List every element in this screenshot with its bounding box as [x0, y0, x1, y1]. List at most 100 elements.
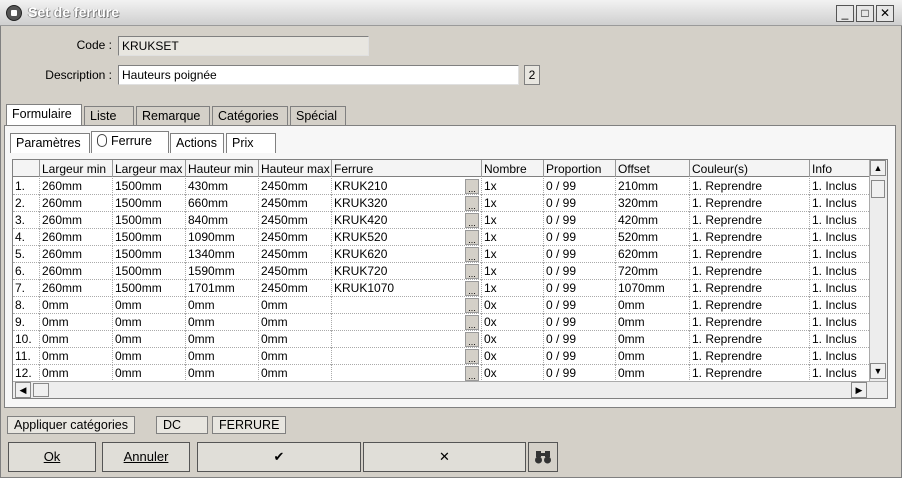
- tab-categories[interactable]: Catégories: [212, 106, 288, 126]
- cell-hauteur-max[interactable]: 0mm: [258, 314, 331, 331]
- cell-ferrure[interactable]: [331, 314, 465, 331]
- cell-offset[interactable]: 620mm: [615, 246, 689, 263]
- cell-hauteur-max[interactable]: 0mm: [258, 365, 331, 382]
- cancel-button[interactable]: Annuler: [102, 442, 190, 472]
- cell-hauteur-max[interactable]: 2450mm: [258, 263, 331, 280]
- cell-info[interactable]: 1. Inclus: [809, 195, 869, 212]
- cell-nombre[interactable]: 1x: [481, 246, 543, 263]
- cell-couleurs[interactable]: 1. Reprendre: [689, 212, 809, 229]
- table-row[interactable]: 1. 260mm 1500mm 430mm 2450mm KRUK210 1x 0 / 99 2…: [13, 178, 869, 195]
- table-row[interactable]: 7. 260mm 1500mm 1701mm 2450mm KRUK1070 1x 0 / 9…: [13, 280, 869, 297]
- cell-nombre[interactable]: 1x: [481, 280, 543, 297]
- cell-couleurs[interactable]: 1. Reprendre: [689, 348, 809, 365]
- cell-largeur-min[interactable]: 0mm: [39, 348, 112, 365]
- cell-nombre[interactable]: 0x: [481, 365, 543, 382]
- cell-info[interactable]: 1. Inclus: [809, 246, 869, 263]
- column-header-info[interactable]: Info: [809, 160, 869, 177]
- cell-proportion[interactable]: 0 / 99: [543, 348, 615, 365]
- cell-info[interactable]: 1. Inclus: [809, 365, 869, 382]
- column-header-nombre[interactable]: Nombre: [481, 160, 543, 177]
- table-row[interactable]: 8. 0mm 0mm 0mm 0mm 0x 0 / 99 0mm 1. Reprendre 1. …: [13, 297, 869, 314]
- subtab-parametres[interactable]: Paramètres: [10, 133, 90, 153]
- cell-nombre[interactable]: 1x: [481, 195, 543, 212]
- cell-ferrure[interactable]: [331, 331, 465, 348]
- cell-proportion[interactable]: 0 / 99: [543, 280, 615, 297]
- maximize-button[interactable]: □: [856, 5, 874, 22]
- cell-nombre[interactable]: 1x: [481, 212, 543, 229]
- cell-largeur-max[interactable]: 1500mm: [112, 263, 185, 280]
- cell-largeur-max[interactable]: 1500mm: [112, 246, 185, 263]
- cell-largeur-min[interactable]: 260mm: [39, 263, 112, 280]
- cell-hauteur-max[interactable]: 2450mm: [258, 246, 331, 263]
- vertical-scroll-thumb[interactable]: [871, 180, 885, 198]
- cell-info[interactable]: 1. Inclus: [809, 263, 869, 280]
- cell-hauteur-max[interactable]: 2450mm: [258, 229, 331, 246]
- table-row[interactable]: 9. 0mm 0mm 0mm 0mm 0x 0 / 99 0mm 1. Reprendre 1. …: [13, 314, 869, 331]
- column-header-largeur-min[interactable]: Largeur min: [39, 160, 112, 177]
- cell-proportion[interactable]: 0 / 99: [543, 178, 615, 195]
- cell-info[interactable]: 1. Inclus: [809, 229, 869, 246]
- cell-offset[interactable]: 0mm: [615, 297, 689, 314]
- reject-cross-button[interactable]: ✕: [363, 442, 526, 472]
- tab-special[interactable]: Spécial: [290, 106, 346, 126]
- cell-largeur-max[interactable]: 1500mm: [112, 280, 185, 297]
- cell-largeur-min[interactable]: 260mm: [39, 280, 112, 297]
- cell-couleurs[interactable]: 1. Reprendre: [689, 280, 809, 297]
- ferrure-browse-button[interactable]: ...: [465, 230, 479, 245]
- ok-button[interactable]: Ok: [8, 442, 96, 472]
- cell-couleurs[interactable]: 1. Reprendre: [689, 365, 809, 382]
- ferrure-browse-button[interactable]: ...: [465, 179, 479, 194]
- cell-info[interactable]: 1. Inclus: [809, 348, 869, 365]
- confirm-check-button[interactable]: ✔: [197, 442, 361, 472]
- cell-info[interactable]: 1. Inclus: [809, 314, 869, 331]
- cell-largeur-min[interactable]: 260mm: [39, 246, 112, 263]
- cell-couleurs[interactable]: 1. Reprendre: [689, 331, 809, 348]
- cell-ferrure[interactable]: KRUK1070: [331, 280, 465, 297]
- cell-offset[interactable]: 0mm: [615, 348, 689, 365]
- column-header-hauteur-max[interactable]: Hauteur max: [258, 160, 331, 177]
- cell-offset[interactable]: 210mm: [615, 178, 689, 195]
- ferrure-browse-button[interactable]: ...: [465, 196, 479, 211]
- cell-nombre[interactable]: 1x: [481, 263, 543, 280]
- cell-largeur-max[interactable]: 1500mm: [112, 229, 185, 246]
- cell-largeur-min[interactable]: 260mm: [39, 195, 112, 212]
- cell-nombre[interactable]: 0x: [481, 314, 543, 331]
- cell-ferrure[interactable]: [331, 348, 465, 365]
- cell-hauteur-max[interactable]: 2450mm: [258, 212, 331, 229]
- cell-largeur-max[interactable]: 0mm: [112, 331, 185, 348]
- cell-largeur-max[interactable]: 1500mm: [112, 178, 185, 195]
- subtab-actions[interactable]: Actions: [170, 133, 224, 153]
- cell-proportion[interactable]: 0 / 99: [543, 263, 615, 280]
- cell-proportion[interactable]: 0 / 99: [543, 229, 615, 246]
- cell-proportion[interactable]: 0 / 99: [543, 212, 615, 229]
- minimize-button[interactable]: _: [836, 5, 854, 22]
- table-row[interactable]: 2. 260mm 1500mm 660mm 2450mm KRUK320 1x 0 / 99 3…: [13, 195, 869, 212]
- code-field[interactable]: KRUKSET: [118, 36, 369, 56]
- scroll-left-icon[interactable]: ◀: [15, 382, 31, 398]
- cell-hauteur-min[interactable]: 1590mm: [185, 263, 258, 280]
- cell-nombre[interactable]: 0x: [481, 331, 543, 348]
- tab-remarque[interactable]: Remarque: [136, 106, 210, 126]
- ferrure-browse-button[interactable]: ...: [465, 366, 479, 381]
- cell-hauteur-max[interactable]: 0mm: [258, 331, 331, 348]
- cell-largeur-min[interactable]: 260mm: [39, 178, 112, 195]
- cell-hauteur-min[interactable]: 1340mm: [185, 246, 258, 263]
- table-row[interactable]: 6. 260mm 1500mm 1590mm 2450mm KRUK720 1x 0 / 99…: [13, 263, 869, 280]
- cell-proportion[interactable]: 0 / 99: [543, 314, 615, 331]
- cell-hauteur-min[interactable]: 0mm: [185, 365, 258, 382]
- cell-ferrure[interactable]: KRUK320: [331, 195, 465, 212]
- cell-hauteur-min[interactable]: 0mm: [185, 331, 258, 348]
- cell-largeur-max[interactable]: 0mm: [112, 314, 185, 331]
- cell-offset[interactable]: 1070mm: [615, 280, 689, 297]
- cell-ferrure[interactable]: KRUK420: [331, 212, 465, 229]
- cell-offset[interactable]: 720mm: [615, 263, 689, 280]
- cell-hauteur-min[interactable]: 1090mm: [185, 229, 258, 246]
- cell-ferrure[interactable]: KRUK720: [331, 263, 465, 280]
- table-row[interactable]: 12. 0mm 0mm 0mm 0mm 0x 0 / 99 0mm 1. Reprendre 1.…: [13, 365, 869, 382]
- cell-hauteur-max[interactable]: 0mm: [258, 297, 331, 314]
- ferrure-browse-button[interactable]: ...: [465, 281, 479, 296]
- cell-hauteur-min[interactable]: 0mm: [185, 314, 258, 331]
- column-header-proportion[interactable]: Proportion: [543, 160, 615, 177]
- cell-info[interactable]: 1. Inclus: [809, 280, 869, 297]
- cell-info[interactable]: 1. Inclus: [809, 178, 869, 195]
